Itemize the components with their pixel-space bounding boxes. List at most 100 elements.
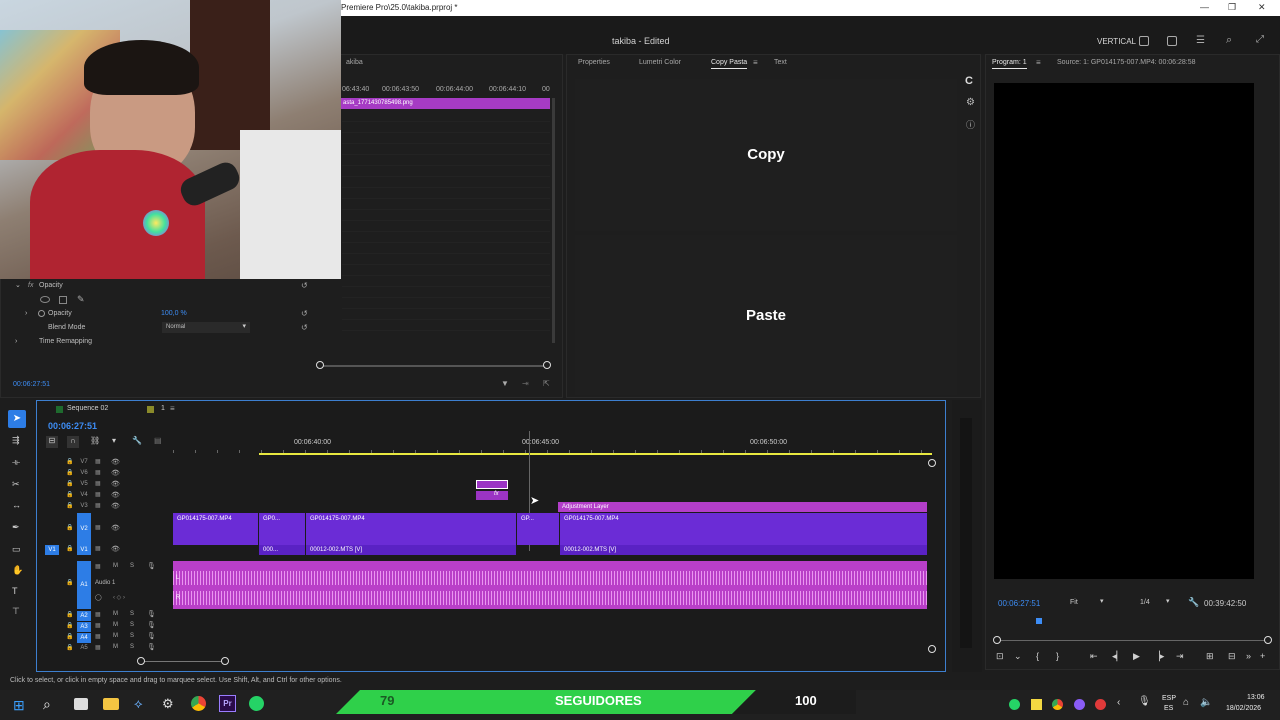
scrubber-handle-left[interactable] <box>993 636 1001 644</box>
track-label-v4[interactable]: V4 <box>78 492 90 498</box>
track-label-v6[interactable]: V6 <box>78 470 90 476</box>
program-timecode[interactable]: 00:06:27:51 <box>998 599 1040 608</box>
track-label-v3[interactable]: V3 <box>78 503 90 509</box>
program-scrubber[interactable] <box>997 640 1269 641</box>
timeline-zoom-bar[interactable] <box>141 661 225 662</box>
microphone-icon[interactable]: 🎙 <box>147 621 156 629</box>
lock-icon[interactable]: 🔒 <box>66 644 73 651</box>
go-to-out-icon[interactable]: ⇥ <box>1176 651 1184 662</box>
search-icon[interactable]: ⌕ <box>1226 34 1232 47</box>
clip-v4[interactable]: fx <box>476 491 508 500</box>
rectangle-mask-icon[interactable] <box>59 296 67 304</box>
tab-text[interactable]: Text <box>774 59 787 66</box>
tab-program[interactable]: Program: 1 <box>992 59 1027 69</box>
export-frame-icon[interactable]: ⇥ <box>522 379 529 388</box>
export-frame-icon[interactable]: ⊟ <box>1228 651 1236 662</box>
solo-button[interactable]: S <box>130 622 134 628</box>
toggle-sync-icon[interactable]: ▦ <box>95 622 101 629</box>
vertical-zoom-handle[interactable] <box>928 459 936 467</box>
track-label-a4[interactable]: A4 <box>77 633 91 643</box>
effect-controls-timecode[interactable]: 00:06:27:51 <box>13 381 50 388</box>
chevron-up-icon[interactable]: ‹ <box>1117 697 1120 708</box>
track-label-v5[interactable]: V5 <box>78 481 90 487</box>
hand-icon[interactable]: ✋ <box>12 565 23 576</box>
lock-icon[interactable]: 🔒 <box>66 458 73 465</box>
source-patch-v1[interactable]: V1 <box>45 545 59 555</box>
step-forward-icon[interactable]: ▕▸ <box>1153 651 1164 662</box>
chrome-icon[interactable] <box>191 696 206 711</box>
expand-chevron-icon[interactable]: ⌄ <box>15 281 21 289</box>
mark-out-icon[interactable]: } <box>1056 651 1059 661</box>
minimize-button[interactable]: — <box>1200 2 1209 12</box>
workspace-label[interactable]: VERTICAL <box>1097 37 1136 46</box>
resolution-select[interactable]: 1/4 ▾ <box>1136 597 1176 609</box>
clip-v2[interactable]: GP014175-007.MP4 <box>306 513 516 545</box>
reset-icon[interactable]: ↺ <box>301 309 308 318</box>
microphone-tray-icon[interactable]: 🎙 <box>1138 696 1151 707</box>
windows-start-icon[interactable]: ⊞ <box>13 697 29 713</box>
timeline-zoom-handle-right[interactable] <box>221 657 229 665</box>
source-clip[interactable]: asta_1771430785498.png <box>339 98 550 109</box>
copy-button[interactable]: Copy <box>575 79 957 231</box>
steam-icon[interactable]: ⚙ <box>162 696 174 712</box>
toggle-sync-icon[interactable]: ▦ <box>95 491 101 498</box>
track-label-a2[interactable]: A2 <box>77 611 91 621</box>
premiere-pro-icon[interactable]: Pr <box>219 695 236 712</box>
zoom-handle-right[interactable] <box>543 361 551 369</box>
pen-mask-icon[interactable]: ✎ <box>77 294 85 305</box>
caption-tool-icon[interactable]: ⊤ <box>12 606 20 617</box>
clip-v1[interactable]: 000... <box>259 545 305 555</box>
task-view-icon[interactable] <box>74 698 88 710</box>
clock-time[interactable]: 13:06 <box>1247 694 1265 701</box>
lock-icon[interactable]: 🔒 <box>66 502 73 509</box>
close-button[interactable]: ✕ <box>1258 2 1266 13</box>
network-icon[interactable]: ⌂ <box>1183 697 1189 708</box>
tab-copy-pasta[interactable]: Copy Pasta <box>711 59 748 69</box>
lock-icon[interactable]: 🔒 <box>66 622 73 629</box>
nest-icon[interactable]: ⊟ <box>46 436 58 448</box>
microphone-icon[interactable]: 🎙 <box>147 610 156 618</box>
snap-icon[interactable]: ∩ <box>67 436 79 448</box>
toggle-sync-icon[interactable]: ▦ <box>95 563 101 570</box>
toggle-sync-icon[interactable]: ▦ <box>95 545 101 552</box>
toggle-sync-icon[interactable]: ▦ <box>95 458 101 465</box>
rectangle-icon[interactable]: ▭ <box>12 544 21 555</box>
toggle-sync-icon[interactable]: ▦ <box>95 633 101 640</box>
eye-icon[interactable]: 👁 <box>111 545 120 553</box>
fit-select[interactable]: Fit ▾ <box>1066 597 1112 609</box>
file-explorer-icon[interactable] <box>103 698 119 710</box>
ellipse-mask-icon[interactable] <box>40 296 50 303</box>
eye-icon[interactable]: 👁 <box>111 491 120 499</box>
lock-icon[interactable]: 🔒 <box>66 611 73 618</box>
toggle-sync-icon[interactable]: ▦ <box>95 524 101 531</box>
lock-icon[interactable]: 🔒 <box>66 524 73 531</box>
solo-button[interactable]: S <box>130 633 134 639</box>
share-icon[interactable] <box>1167 36 1177 46</box>
send-icon[interactable]: ⇱ <box>543 379 550 388</box>
volume-knob-icon[interactable]: ◯ <box>95 594 102 601</box>
selection-tool-icon[interactable]: ➤ <box>8 410 26 428</box>
vertical-scrollbar[interactable] <box>552 98 555 343</box>
volume-icon[interactable]: 🔈 <box>1200 697 1212 708</box>
source-tab[interactable]: akiba <box>346 59 363 66</box>
sequence-tab[interactable]: Sequence 02 <box>67 405 108 412</box>
tab-lumetri-color[interactable]: Lumetri Color <box>639 59 681 66</box>
ripple-edit-icon[interactable]: ⟛ <box>12 457 20 468</box>
search-icon[interactable]: ⌕ <box>43 696 51 713</box>
time-remap-chevron-icon[interactable]: › <box>15 338 17 345</box>
go-to-in-icon[interactable]: ⇤ <box>1090 651 1098 662</box>
mute-button[interactable]: M <box>113 611 118 617</box>
mark-in-icon[interactable]: { <box>1036 651 1039 661</box>
safe-margins-icon[interactable]: ⊡ <box>996 651 1004 662</box>
eye-icon[interactable]: 👁 <box>111 469 120 477</box>
timeline-ruler[interactable]: 00:06:40:00 00:06:45:00 00:06:50:00 <box>173 431 933 453</box>
tab-source[interactable]: Source: 1: GP014175-007.MP4: 00:06:28:58 <box>1057 59 1196 66</box>
paste-button[interactable]: Paste <box>575 235 957 395</box>
lock-icon[interactable]: 🔒 <box>66 633 73 640</box>
wrench-icon[interactable]: 🔧 <box>1188 597 1199 608</box>
program-video-frame[interactable] <box>994 83 1254 579</box>
zoom-handle-left[interactable] <box>316 361 324 369</box>
track-select-icon[interactable]: ⇶ <box>12 435 20 446</box>
vpn-icon[interactable]: ⟡ <box>134 696 143 712</box>
microphone-icon[interactable]: 🎙 <box>147 632 156 640</box>
